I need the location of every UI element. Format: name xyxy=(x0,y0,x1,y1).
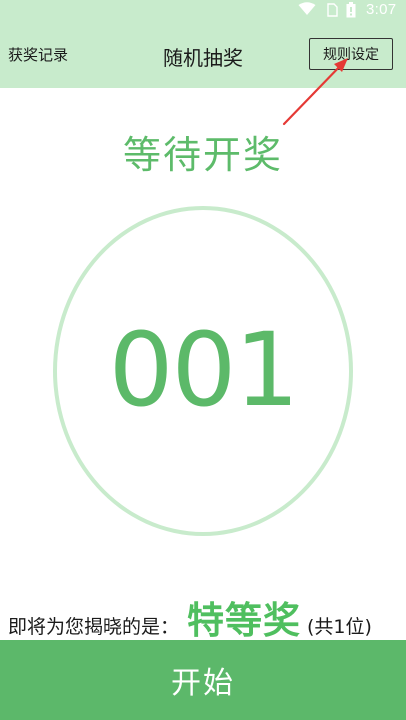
app-screen: 3:07 获奖记录 随机抽奖 规则设定 等待开奖 001 即将为您揭晓的是： 特… xyxy=(0,0,406,720)
draw-status-heading: 等待开奖 xyxy=(122,133,283,177)
prize-prefix-label: 即将为您揭晓的是： xyxy=(8,616,180,638)
wifi-icon xyxy=(298,2,316,15)
prize-history-link[interactable]: 获奖记录 xyxy=(8,44,68,65)
prize-count: (共1位) xyxy=(307,616,372,638)
battery-icon xyxy=(346,2,356,18)
sim-card-icon xyxy=(327,3,338,17)
start-button[interactable]: 开始 xyxy=(0,640,406,720)
status-time: 3:07 xyxy=(366,1,397,18)
rules-settings-button[interactable]: 规则设定 xyxy=(309,38,393,70)
draw-number: 001 xyxy=(108,311,300,430)
prize-name: 特等奖 xyxy=(187,599,302,642)
status-bar: 3:07 xyxy=(0,0,406,20)
prize-info: 即将为您揭晓的是： 特等奖 (共1位) xyxy=(8,590,406,644)
header-bar: 3:07 获奖记录 随机抽奖 规则设定 xyxy=(0,0,406,88)
